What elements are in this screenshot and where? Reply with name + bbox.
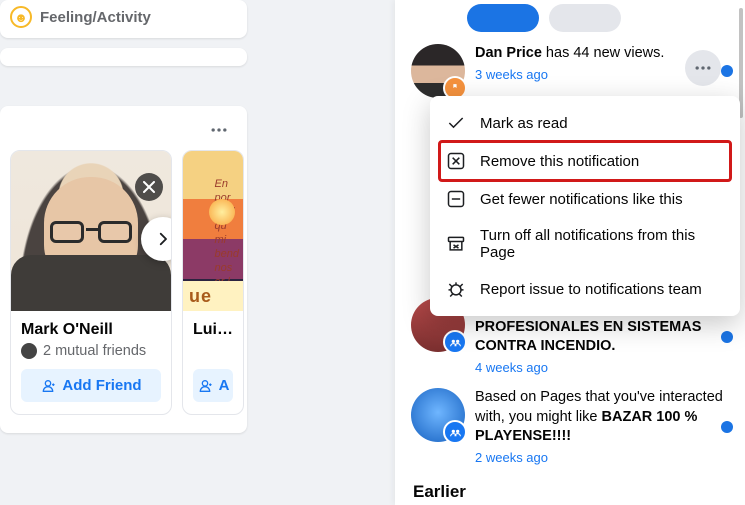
unread-indicator [721,65,733,77]
minus-square-icon [446,189,466,209]
add-friend-label: A [219,377,230,394]
x-square-icon [446,151,466,171]
menu-fewer-notifications[interactable]: Get fewer notifications like this [430,180,740,218]
person-photo: En por y a l qu mi bend nos or l ue [183,151,243,311]
pymk-options-button[interactable] [201,116,237,144]
filter-pill-active[interactable] [467,4,539,32]
photo-overlay-text: En por y a l qu mi bend nos or l [215,177,239,289]
mutual-avatar-icon [21,343,37,359]
person-name: Mark O'Neill [21,321,161,339]
group-badge-icon [443,420,467,444]
notification-options-button[interactable] [685,50,721,86]
notification-time: 4 weeks ago [475,359,731,377]
menu-mark-as-read[interactable]: Mark as read [430,104,740,142]
unread-indicator [721,331,733,343]
pymk-carousel: Mark O'Neill 2 mutual friends Add Friend… [10,150,237,415]
bug-icon [446,279,466,299]
group-badge-icon [443,330,467,354]
notification-text: Dan Price has 44 new views. 3 weeks ago [475,44,675,83]
feeling-icon: ☻ [10,6,32,28]
check-icon [446,113,466,133]
people-you-may-know-card: Mark O'Neill 2 mutual friends Add Friend… [0,106,247,433]
person-card[interactable]: Mark O'Neill 2 mutual friends Add Friend [10,150,172,415]
unread-indicator [721,421,733,433]
card-sliver [0,48,247,66]
avatar [411,44,465,98]
notification-item[interactable]: Dan Price has 44 new views. 3 weeks ago [409,38,733,104]
notification-text: Based on Pages that you've interacted wi… [475,388,731,466]
dots-icon [693,58,713,78]
add-friend-button[interactable]: Add Friend [21,369,161,402]
menu-turn-off-page[interactable]: Turn off all notifications from this Pag… [430,218,740,270]
menu-report-issue[interactable]: Report issue to notifications team [430,270,740,308]
notification-item[interactable]: Based on Pages that you've interacted wi… [409,382,733,472]
archive-x-icon [446,234,466,254]
menu-label: Remove this notification [480,153,639,170]
filter-pill[interactable] [549,4,621,32]
dots-icon [209,120,229,140]
composer-card: ☻ Feeling/Activity [0,0,247,38]
feeling-label: Feeling/Activity [40,9,151,26]
mutual-friends: 2 mutual friends [21,343,161,359]
add-friend-button[interactable]: A [193,369,233,402]
filter-pill-row [409,0,733,38]
menu-label: Get fewer notifications like this [480,191,683,208]
chevron-right-icon [154,230,172,248]
person-name: Luis Fe [193,321,233,339]
person-photo [11,151,171,311]
menu-label: Turn off all notifications from this Pag… [480,227,724,261]
add-friend-label: Add Friend [62,377,141,394]
photo-caption: ue [183,281,243,311]
composer-feeling-button[interactable]: ☻ Feeling/Activity [10,6,247,28]
menu-label: Mark as read [480,115,568,132]
menu-remove-notification[interactable]: Remove this notification [440,142,730,180]
dismiss-person-button[interactable] [135,173,163,201]
section-header-earlier: Earlier [409,472,733,505]
close-icon [143,181,155,193]
menu-label: Report issue to notifications team [480,281,702,298]
notification-context-menu: Mark as read Remove this notification Ge… [430,96,740,316]
person-card[interactable]: En por y a l qu mi bend nos or l ue Luis… [182,150,244,415]
mutual-text: 2 mutual friends [43,343,146,359]
left-column: ☻ Feeling/Activity [0,0,255,433]
avatar [411,388,465,442]
notification-time: 3 weeks ago [475,66,675,84]
add-friend-icon [40,378,56,394]
add-friend-icon [197,378,213,394]
notification-time: 2 weeks ago [475,449,731,467]
